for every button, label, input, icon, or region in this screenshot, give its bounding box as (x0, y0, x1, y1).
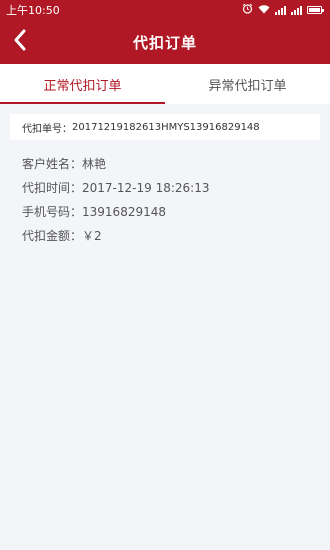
wifi-icon (258, 4, 270, 17)
page-title: 代扣订单 (132, 33, 197, 52)
signal-icon (275, 5, 286, 15)
battery-icon (307, 6, 324, 14)
deduct-time-label: 代扣时间： (22, 181, 83, 195)
order-number-row[interactable]: 代扣单号： 20171219182613HMYS13916829148 (10, 114, 320, 140)
customer-name-label: 客户姓名： (22, 157, 83, 171)
deduct-time-row: 代扣时间：2017-12-19 18:26:13 (22, 176, 330, 200)
tab-label: 异常代扣订单 (208, 78, 287, 94)
order-number-value: 20171219182613HMYS13916829148 (72, 121, 260, 133)
status-bar: 上午10:50 (0, 0, 330, 20)
phone-number-label: 手机号码： (22, 205, 83, 219)
tab-abnormal-orders[interactable]: 异常代扣订单 (165, 64, 330, 104)
phone-number-value: 13916829148 (82, 205, 166, 219)
chevron-left-icon (13, 29, 27, 55)
tab-normal-orders[interactable]: 正常代扣订单 (0, 64, 165, 104)
status-icons (242, 3, 324, 17)
tab-bar: 正常代扣订单 异常代扣订单 (0, 64, 330, 104)
customer-name-row: 客户姓名：林艳 (22, 152, 330, 176)
status-time: 上午10:50 (6, 4, 60, 17)
title-bar: 代扣订单 (0, 20, 330, 64)
phone-number-row: 手机号码：13916829148 (22, 200, 330, 224)
back-button[interactable] (6, 20, 34, 64)
alarm-icon (242, 3, 253, 17)
order-details: 客户姓名：林艳 代扣时间：2017-12-19 18:26:13 手机号码：13… (0, 140, 330, 248)
order-number-label: 代扣单号： (22, 123, 72, 135)
deduct-amount-value: ￥2 (82, 229, 102, 243)
deduct-time-value: 2017-12-19 18:26:13 (82, 181, 210, 195)
signal-icon (291, 5, 302, 15)
deduct-amount-row: 代扣金额：￥2 (22, 224, 330, 248)
customer-name-value: 林艳 (82, 157, 107, 171)
tab-label: 正常代扣订单 (43, 78, 122, 94)
deduct-amount-label: 代扣金额： (22, 229, 83, 243)
